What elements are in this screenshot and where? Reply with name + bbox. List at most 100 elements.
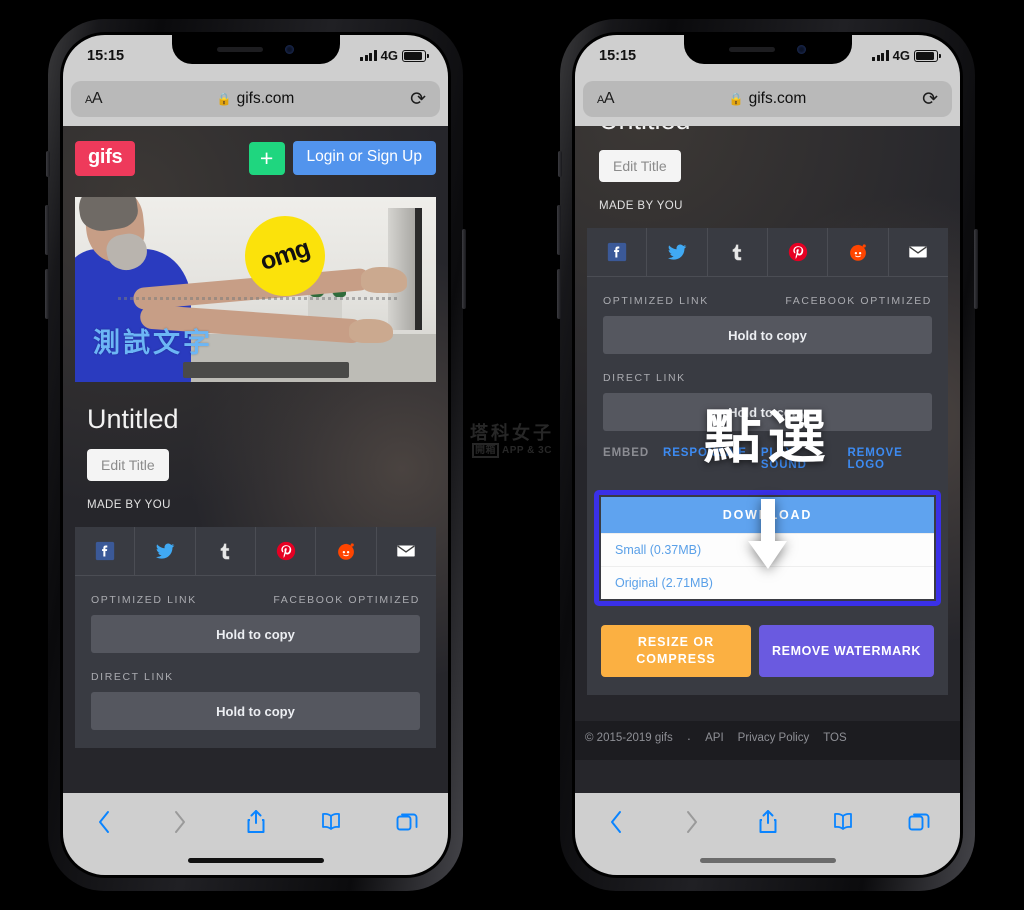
tabs-icon[interactable] <box>904 807 934 837</box>
facebook-optimized-label: FACEBOOK OPTIMIZED <box>785 295 932 307</box>
share-panel-left: OPTIMIZED LINK FACEBOOK OPTIMIZED Hold t… <box>75 527 436 748</box>
facebook-optimized-label: FACEBOOK OPTIMIZED <box>273 594 420 606</box>
speaker-grille-icon <box>729 47 775 52</box>
phone-bezel-left: 15:15 4G AA 🔒 gifs.com ⟳ gifs + Login or… <box>60 32 451 878</box>
phone-right: 15:15 4G AA 🔒 gifs.com ⟳ Edit Title MADE… <box>557 19 978 891</box>
lock-icon: 🔒 <box>728 92 744 106</box>
direct-link-label: DIRECT LINK <box>91 671 174 683</box>
optimized-link-block-right: OPTIMIZED LINK FACEBOOK OPTIMIZED Hold t… <box>587 277 948 354</box>
screen-left: 15:15 4G AA 🔒 gifs.com ⟳ gifs + Login or… <box>63 35 448 875</box>
watermark-subtitle: 開箱 APP & 3C <box>460 443 564 458</box>
network-type-label: 4G <box>892 48 910 63</box>
edit-title-button[interactable]: Edit Title <box>599 150 681 182</box>
share-icon[interactable] <box>753 807 783 837</box>
back-chevron-icon[interactable] <box>601 807 631 837</box>
gif-preview[interactable]: omg 測試文字 <box>75 197 436 382</box>
optimized-link-label: OPTIMIZED LINK <box>91 594 197 606</box>
url-text-left: 🔒 gifs.com <box>71 90 440 108</box>
share-facebook-button[interactable] <box>75 527 136 575</box>
url-bar-left[interactable]: AA 🔒 gifs.com ⟳ <box>71 81 440 117</box>
phone-left: 15:15 4G AA 🔒 gifs.com ⟳ gifs + Login or… <box>45 19 466 891</box>
book-icon[interactable] <box>316 807 346 837</box>
watermark-title: 塔科女子 <box>470 423 554 443</box>
share-icon[interactable] <box>241 807 271 837</box>
gif-title: Untitled <box>87 404 179 434</box>
tabs-icon[interactable] <box>392 807 422 837</box>
share-reddit-button[interactable] <box>828 228 889 276</box>
mute-switch[interactable] <box>558 151 562 177</box>
volume-down-button[interactable] <box>557 269 561 319</box>
page-footer: © 2015-2019 gifs · API Privacy Policy TO… <box>575 720 960 760</box>
footer-copyright: © 2015-2019 gifs <box>585 732 673 745</box>
share-row-left <box>75 527 436 576</box>
webpage-left: gifs + Login or Sign Up omg 測試文字 Untitle… <box>63 123 448 875</box>
resize-or-compress-button[interactable]: RESIZE OR COMPRESS <box>601 625 751 677</box>
share-twitter-button[interactable] <box>135 527 196 575</box>
back-chevron-icon[interactable] <box>89 807 119 837</box>
share-twitter-button[interactable] <box>647 228 708 276</box>
url-label: gifs.com <box>748 90 807 107</box>
screen-right: 15:15 4G AA 🔒 gifs.com ⟳ Edit Title MADE… <box>575 35 960 875</box>
gifs-logo[interactable]: gifs <box>75 140 136 176</box>
url-bar-right[interactable]: AA 🔒 gifs.com ⟳ <box>583 81 952 117</box>
made-by-label: MADE BY YOU <box>599 200 683 212</box>
signal-strength-icon <box>872 50 889 61</box>
share-tumblr-button[interactable] <box>196 527 256 575</box>
annotation-tap-text: 點選 <box>703 405 832 470</box>
share-reddit-button[interactable] <box>316 527 377 575</box>
direct-link-block-left: DIRECT LINK Hold to copy <box>75 653 436 730</box>
optimized-copy-button[interactable]: Hold to copy <box>603 316 932 354</box>
speaker-grille-icon <box>217 47 263 52</box>
volume-up-button[interactable] <box>45 205 49 255</box>
volume-up-button[interactable] <box>557 205 561 255</box>
action-buttons-row: RESIZE OR COMPRESS REMOVE WATERMARK <box>601 625 934 677</box>
remove-watermark-button[interactable]: REMOVE WATERMARK <box>759 625 934 677</box>
book-icon[interactable] <box>828 807 858 837</box>
share-tumblr-button[interactable] <box>708 228 768 276</box>
optimized-link-label: OPTIMIZED LINK <box>603 295 709 307</box>
footer-dot: · <box>686 730 692 746</box>
battery-icon <box>914 49 941 62</box>
share-email-button[interactable] <box>377 527 436 575</box>
edit-title-button[interactable]: Edit Title <box>87 449 169 481</box>
notch-right <box>683 35 852 64</box>
add-button[interactable]: + <box>248 141 285 175</box>
safari-urlbar-wrap-left: AA 🔒 gifs.com ⟳ <box>63 79 448 126</box>
phone-bezel-right: 15:15 4G AA 🔒 gifs.com ⟳ Edit Title MADE… <box>572 32 963 878</box>
annotation-down-arrow-icon <box>737 499 799 576</box>
footer-api-link[interactable]: API <box>705 732 724 744</box>
mute-switch[interactable] <box>46 151 50 177</box>
login-signup-button[interactable]: Login or Sign Up <box>292 141 436 175</box>
front-camera-icon <box>797 45 806 54</box>
volume-down-button[interactable] <box>45 269 49 319</box>
made-by-label: MADE BY YOU <box>87 499 171 511</box>
share-email-button[interactable] <box>889 228 948 276</box>
status-time: 15:15 <box>599 48 637 64</box>
footer-privacy-link[interactable]: Privacy Policy <box>738 732 810 744</box>
share-pinterest-button[interactable] <box>256 527 317 575</box>
omg-sticker: omg <box>244 215 325 296</box>
share-row-right <box>587 228 948 277</box>
optimized-copy-button[interactable]: Hold to copy <box>91 615 420 653</box>
optimized-link-block-left: OPTIMIZED LINK FACEBOOK OPTIMIZED Hold t… <box>75 576 436 653</box>
notch-left <box>171 35 340 64</box>
image-watermark: 塔科女子 開箱 APP & 3C <box>460 423 564 458</box>
share-facebook-button[interactable] <box>587 228 648 276</box>
url-label: gifs.com <box>236 90 295 107</box>
safari-toolbar-right <box>575 793 960 875</box>
gif-caption-text: 測試文字 <box>93 327 214 358</box>
lock-icon: 🔒 <box>216 92 232 106</box>
direct-copy-button[interactable]: Hold to copy <box>91 692 420 730</box>
status-time: 15:15 <box>87 48 125 64</box>
home-indicator-right[interactable] <box>699 858 836 863</box>
share-pinterest-button[interactable] <box>768 228 829 276</box>
power-button[interactable] <box>974 229 978 309</box>
power-button[interactable] <box>462 229 466 309</box>
front-camera-icon <box>285 45 294 54</box>
direct-link-label: DIRECT LINK <box>603 372 686 384</box>
safari-toolbar-left <box>63 793 448 875</box>
battery-icon <box>402 49 429 62</box>
footer-tos-link[interactable]: TOS <box>823 732 846 744</box>
safari-urlbar-wrap-right: AA 🔒 gifs.com ⟳ <box>575 79 960 126</box>
home-indicator-left[interactable] <box>187 858 324 863</box>
